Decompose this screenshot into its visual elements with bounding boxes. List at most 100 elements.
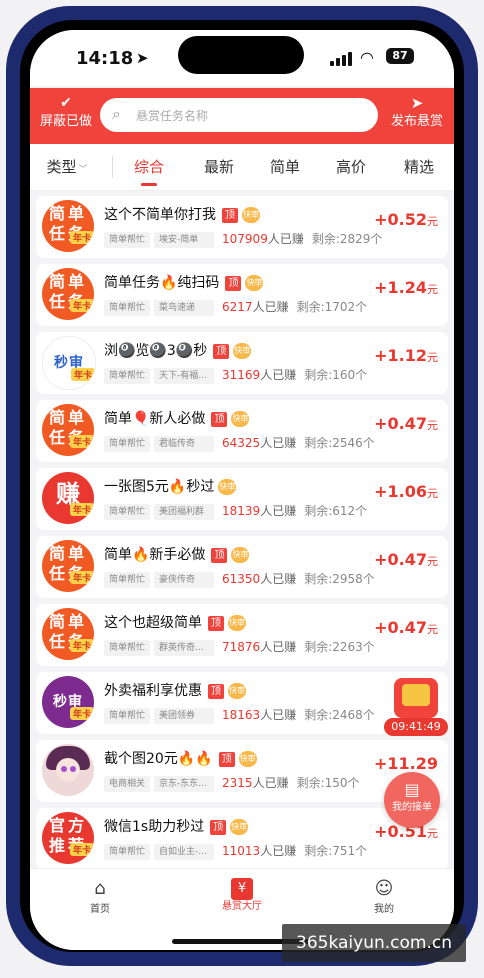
category-chip: 简单帮忙: [104, 367, 151, 384]
project-chip: 天下-有福...: [154, 367, 215, 384]
fast-review-badge: 快审: [242, 207, 260, 223]
earned-number: 11013: [222, 844, 261, 858]
task-card[interactable]: 赚年卡 一张图5元🔥秒过 快审 简单帮忙 美团福利群 18139人已赚 剩余:612个 …: [36, 468, 448, 530]
project-chip: 自如业主-...: [154, 843, 215, 860]
hide-done-label: 屏蔽已做: [39, 114, 92, 129]
avatar-tag: 年卡: [69, 231, 94, 244]
nav-home[interactable]: ⌂ 首页: [60, 875, 140, 917]
watermark: 365kaiyun.com.cn: [282, 924, 466, 962]
category-chip: 简单帮忙: [104, 639, 151, 656]
tab-high-price[interactable]: 高价: [324, 144, 378, 190]
tab-comprehensive[interactable]: 综合: [122, 144, 176, 190]
pinned-badge: 顶: [208, 615, 224, 631]
task-card[interactable]: 官方推荐 年卡 微信1s助力秒过顶快审 简单帮忙 自如业主-... 11013人已赚剩…: [36, 808, 448, 870]
wifi-icon: ◠: [360, 48, 374, 67]
task-meta: 简单帮忙 群英传奇... 71876人已赚 剩余:2263个: [104, 638, 375, 656]
task-avatar: 官方推荐 年卡: [42, 812, 94, 864]
pinned-badge: 顶: [222, 207, 238, 223]
earned-unit: 人已赚: [260, 640, 297, 654]
task-card[interactable]: 简单任务 年卡 简单🔥新手必做顶快审 简单帮忙 豪侠传奇 61350人已赚 剩余:295…: [36, 536, 448, 598]
avatar-tag: 年卡: [69, 435, 94, 448]
reward-amount: +1.24元: [374, 278, 438, 297]
earned-number: 31169: [222, 368, 261, 382]
avatar-tag: 年卡: [69, 503, 94, 516]
earned-count: 31169人已赚: [222, 368, 296, 382]
fast-review-badge: 快审: [233, 343, 252, 359]
task-title-row: 这个也超级简单顶快审: [104, 612, 246, 632]
task-avatar: 秒审 年卡: [42, 336, 96, 390]
tab-type-label: 类型: [46, 158, 77, 176]
tab-latest[interactable]: 最新: [192, 144, 246, 190]
task-avatar: [42, 744, 94, 796]
location-arrow-icon: ➤: [136, 49, 149, 67]
tab-featured[interactable]: 精选: [392, 144, 446, 190]
task-card[interactable]: 简单任务 年卡 这个不简单你打我顶快审 简单帮忙 埃安-简单 107909人已赚 剩余:…: [36, 196, 448, 258]
category-chip: 简单帮忙: [104, 299, 151, 316]
earned-number: 2315: [222, 776, 253, 790]
task-title-row: 一张图5元🔥秒过 快审: [104, 476, 237, 496]
remaining-count: 剩余:2546个: [304, 436, 375, 450]
project-chip: 群英传奇...: [154, 639, 215, 656]
hide-done-button[interactable]: ✔ 屏蔽已做: [36, 94, 96, 132]
task-title-row: 这个不简单你打我顶快审: [104, 204, 260, 224]
earned-unit: 人已赚: [260, 844, 297, 858]
remaining-count: 剩余:612个: [304, 504, 368, 518]
fast-review-badge: 快审: [230, 819, 249, 835]
reward-amount: +11.29: [374, 754, 438, 773]
clipboard-icon: ▤: [404, 780, 420, 799]
task-card[interactable]: 简单任务 年卡 简单🎈新人必做顶快审 简单帮忙 君临传奇 64325人已赚 剩余:254…: [36, 400, 448, 462]
task-avatar: 赚年卡: [42, 472, 94, 524]
task-title: 浏🎱览🎱3🎱秒: [104, 343, 208, 359]
task-title: 简单任务🔥纯扫码: [104, 275, 220, 291]
fast-review-badge: 快审: [238, 751, 257, 767]
reward-unit: 元: [427, 623, 438, 636]
tab-type-dropdown[interactable]: 类型 ﹀: [40, 144, 94, 190]
search-placeholder: 悬赏任务名称: [136, 109, 209, 123]
nav-profile[interactable]: ☺ 我的: [344, 875, 424, 917]
category-chip: 简单帮忙: [104, 231, 151, 248]
publish-reward-button[interactable]: ➤ 发布悬赏: [386, 94, 448, 132]
avatar-eye: [61, 766, 67, 772]
nav-profile-label: 我的: [374, 904, 394, 915]
earned-number: 61350: [222, 572, 261, 586]
check-circle-icon: ✔: [60, 95, 72, 111]
reward-amount: +0.47元: [374, 618, 438, 637]
my-orders-button[interactable]: ▤ 我的接单: [384, 772, 440, 828]
user-icon: ☺: [374, 878, 394, 899]
pinned-badge: 顶: [225, 275, 242, 291]
avatar-tag: 年卡: [69, 707, 94, 720]
task-card[interactable]: 秒审 年卡 浏🎱览🎱3🎱秒顶快审 简单帮忙 天下-有福... 31169人已赚 剩余:1…: [36, 332, 448, 394]
task-meta: 简单帮忙 美团福利群 18139人已赚 剩余:612个: [104, 502, 367, 520]
red-packet-widget[interactable]: 09:41:49: [384, 678, 448, 740]
tab-divider: [112, 156, 113, 178]
search-input[interactable]: ⌕ 悬赏任务名称: [100, 98, 378, 132]
category-chip: 简单帮忙: [104, 435, 151, 452]
reward-value: +0.47: [374, 414, 427, 433]
pinned-badge: 顶: [211, 547, 228, 563]
task-avatar: 简单任务 年卡: [42, 608, 94, 660]
task-meta: 简单帮忙 美团领券 18163人已赚 剩余:2468个: [104, 706, 375, 724]
search-icon: ⌕: [112, 104, 121, 123]
tab-simple[interactable]: 简单: [258, 144, 312, 190]
earned-unit: 人已赚: [260, 708, 297, 722]
nav-reward-hall[interactable]: ¥ 悬赏大厅: [202, 875, 282, 914]
app-screen: 14:18 ➤ ◠ 87 ✔ 屏蔽已做 ⌕ 悬赏任务名称 ➤ 发布悬赏 类型 ﹀ …: [30, 30, 454, 950]
task-title-row: 截个图20元🔥🔥 顶快审: [104, 748, 257, 768]
task-card[interactable]: 简单任务 年卡 简单任务🔥纯扫码顶快审 简单帮忙 菜鸟速递 6217人已赚 剩余:170…: [36, 264, 448, 326]
category-chip: 简单帮忙: [104, 571, 151, 588]
reward-amount: +1.12元: [374, 346, 438, 365]
reward-value: +0.52: [374, 210, 427, 229]
task-meta: 简单帮忙 自如业主-... 11013人已赚 剩余:751个: [104, 842, 367, 860]
avatar-tag: 年卡: [69, 299, 94, 312]
cellular-signal-icon: [330, 52, 352, 66]
task-meta: 简单帮忙 豪侠传奇 61350人已赚 剩余:2958个: [104, 570, 375, 588]
remaining-count: 剩余:751个: [304, 844, 368, 858]
earned-number: 64325: [222, 436, 261, 450]
earned-count: 71876人已赚: [222, 640, 296, 654]
pinned-badge: 顶: [210, 819, 227, 835]
earned-unit: 人已赚: [260, 572, 297, 586]
earned-number: 107909: [222, 232, 268, 246]
task-meta: 简单帮忙 君临传奇 64325人已赚 剩余:2546个: [104, 434, 375, 452]
nav-reward-hall-label: 悬赏大厅: [222, 901, 262, 912]
task-card[interactable]: 简单任务 年卡 这个也超级简单顶快审 简单帮忙 群英传奇... 71876人已赚 剩余:…: [36, 604, 448, 666]
